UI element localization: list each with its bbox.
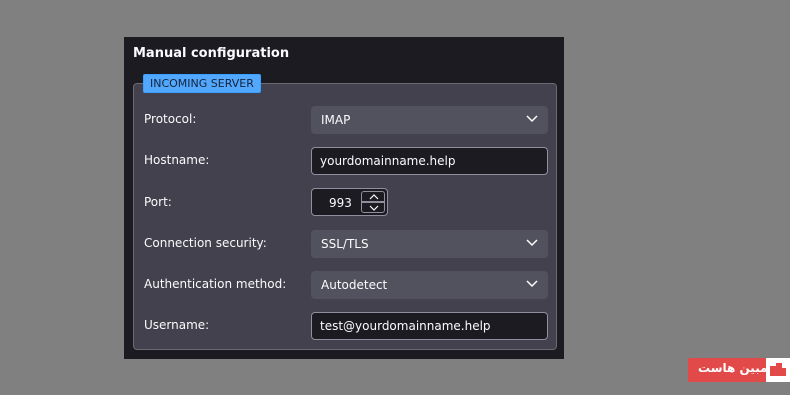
watermark-logo: مبین هاست [688,358,790,382]
spin-up-icon [369,194,379,200]
protocol-value: IMAP [321,113,351,127]
chevron-down-icon [526,115,538,123]
auth-row: Authentication method: Autodetect [144,271,549,299]
username-label: Username: [144,318,210,332]
security-select[interactable]: SSL/TLS [311,230,548,258]
manual-configuration-panel: Manual configuration Protocol: IMAP Host… [124,37,564,359]
security-row: Connection security: SSL/TLS [144,230,549,258]
auth-label: Authentication method: [144,277,287,291]
port-input[interactable]: 993 [311,188,388,216]
watermark-text: مبین هاست [698,361,768,375]
chevron-down-icon [526,239,538,247]
port-decrement-button[interactable] [361,202,385,213]
hostname-value: yourdomainname.help [320,154,456,168]
spin-down-icon [369,205,379,211]
auth-value: Autodetect [321,278,388,292]
username-input[interactable]: test@yourdomainname.help [311,312,548,340]
port-value: 993 [329,196,352,210]
port-row: Port: 993 [144,188,549,217]
hostname-input[interactable]: yourdomainname.help [311,147,548,175]
incoming-server-fieldset: Protocol: IMAP Hostname: yourdomainname.… [133,83,557,350]
auth-select[interactable]: Autodetect [311,271,548,299]
port-increment-button[interactable] [361,191,385,202]
username-value: test@yourdomainname.help [320,319,491,333]
brand-logo-icon [766,358,790,382]
hostname-row: Hostname: yourdomainname.help [144,147,549,175]
panel-title: Manual configuration [133,46,290,61]
hostname-label: Hostname: [144,153,210,167]
chevron-down-icon [526,280,538,288]
incoming-server-legend: INCOMING SERVER [143,74,261,93]
port-label: Port: [144,195,172,209]
protocol-select[interactable]: IMAP [311,106,548,134]
protocol-label: Protocol: [144,112,197,126]
protocol-row: Protocol: IMAP [144,106,549,134]
security-value: SSL/TLS [321,237,369,251]
security-label: Connection security: [144,236,267,250]
username-row: Username: test@yourdomainname.help [144,312,549,340]
